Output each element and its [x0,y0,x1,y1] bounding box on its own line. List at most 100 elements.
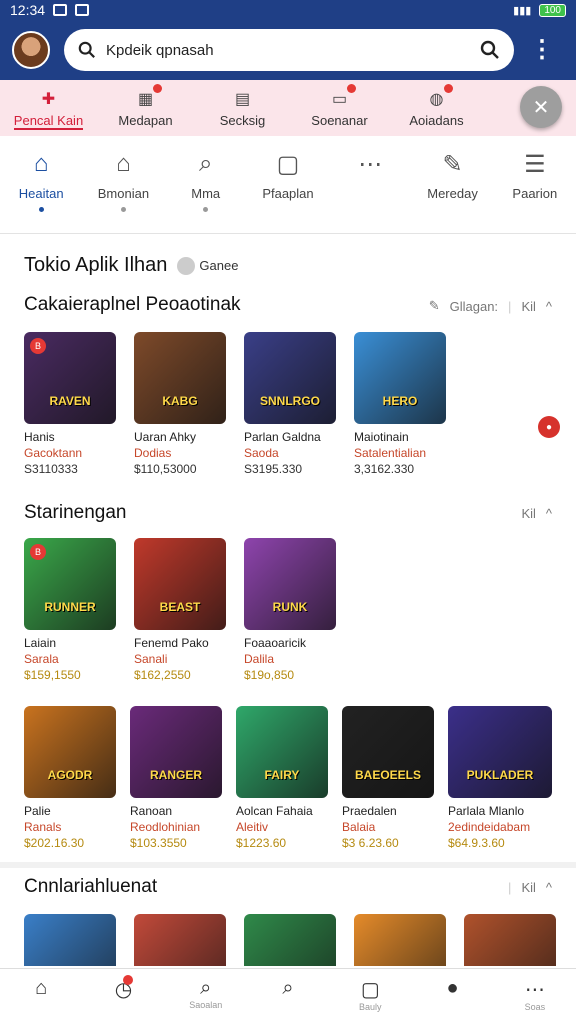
app-card[interactable]: PUKLADER Parlala Mlanlo 2edindeidabam $64.9… [448,706,552,850]
app-card[interactable] [464,914,556,966]
app-card[interactable]: B RAVEN Hanis Gacoktann S3110333 [24,332,116,476]
app-card[interactable] [24,914,116,966]
indicator-dot [38,207,44,212]
tab-calendar[interactable]: ▦ Medapan [97,80,194,136]
app-card[interactable]: BEAST Fenemd Pako Sanali $162,2550 [134,538,226,682]
app-price: $64.9.3.60 [448,836,505,850]
signal-icon: ▮▮▮ [513,4,532,17]
chevron-up-icon[interactable]: ^ [546,299,552,314]
app-card[interactable]: SNNLRGO Parlan Galdna Saoda S3195.330 [244,332,336,476]
app-name: Fenemd Pako [134,636,209,650]
app-row-new: B RUNNER Laiain Sarala $159,1550 BEAST Fenemd … [24,538,336,682]
notification-dot [153,84,162,93]
tab-puzzle[interactable]: ✚ Pencal Kain [0,80,97,136]
tab-label: Secksig [219,112,266,128]
chevron-up-icon[interactable]: ^ [546,506,552,521]
app-developer: Sarala [24,652,59,666]
subnav-label: Pfaaplan [262,186,314,201]
app-thumbnail[interactable]: B RAVEN [24,332,116,424]
main-content: Tokio Aplik Ilhan Ganee Cakaieraplnel Pe… [0,236,576,966]
app-thumbnail[interactable]: FAIRY [236,706,328,798]
bottom-nav-search[interactable]: ⌕ [247,969,329,1024]
monitor-icon: ▭ [331,90,348,108]
app-thumbnail[interactable]: SNNLRGO [244,332,336,424]
title-badge[interactable]: Ganee [177,256,239,275]
app-card[interactable]: AGODR Palie Ranals $202.16.30 [24,706,116,850]
app-thumbnail[interactable]: RUNK [244,538,336,630]
app-thumbnail[interactable]: B RUNNER [24,538,116,630]
app-card[interactable]: KABG Uaran Ahky Dodias $110,53000 [134,332,226,476]
subnav-item-home[interactable]: ⌂ Heaitan [0,138,82,233]
app-thumbnail[interactable]: BEAST [134,538,226,630]
app-card[interactable] [244,914,336,966]
bottom-nav-more[interactable]: ⋯ Soas [494,969,576,1024]
subnav-item-edit[interactable]: ✎ Mereday [411,138,493,233]
app-name: Maiotinain [354,430,409,444]
app-row-recommended [24,914,556,966]
page-title: Tokio Aplik Ilhan [24,254,168,276]
see-more-link[interactable]: Kil [521,880,535,895]
search-input[interactable]: Kpdeik qpnasah [106,42,480,59]
app-name: Uaran Ahky [134,430,197,444]
app-art-title: AGODR [47,768,93,782]
app-card[interactable]: HERO Maiotinain Satalentialian 3,3162.330 [354,332,446,476]
bottom-nav-chat[interactable]: ▢ Bauly [329,969,411,1024]
app-thumbnail[interactable] [24,914,116,966]
app-card[interactable]: FAIRY Aolcan Fahaia Aleitiv $1223.60 [236,706,328,850]
app-thumbnail[interactable]: KABG [134,332,226,424]
app-thumbnail[interactable] [354,914,446,966]
app-card[interactable] [134,914,226,966]
app-name: Laiain [24,636,57,650]
app-name: Aolcan Fahaia [236,804,313,818]
tab-globe[interactable]: ◍ Aoiadans [388,80,485,136]
app-price: $103.3550 [130,836,187,850]
app-thumbnail[interactable]: RANGER [130,706,222,798]
app-card[interactable]: RUNK Foaaoaricik Dalila $19o,850 [244,538,336,682]
app-thumbnail[interactable] [464,914,556,966]
tab-grid[interactable]: ▤ Secksig [194,80,291,136]
bottom-nav-person[interactable]: ● [411,969,493,1024]
bottom-nav-clock[interactable]: ◷ [82,969,164,1024]
app-thumbnail[interactable]: AGODR [24,706,116,798]
subnav-item-more[interactable]: ⋯ [329,138,411,233]
app-card[interactable]: RANGER Ranoan Reodlohinian $103.3550 [130,706,222,850]
app-price: $202.16.30 [24,836,85,850]
app-thumbnail[interactable] [244,914,336,966]
app-name: Hanis [24,430,55,444]
puzzle-icon: ✚ [41,90,56,108]
app-price: S3195.330 [244,462,303,476]
section-action-link[interactable]: Gllagan: [450,299,498,314]
app-card[interactable]: BAEOEELS Praedalen Balaia $3 6.23.60 [342,706,434,850]
chat-icon: ▢ [360,979,380,1001]
tab-monitor[interactable]: ▭ Soenanar [291,80,388,136]
app-art-title: PUKLADER [466,768,534,782]
top-app-bar: Kpdeik qpnasah ⋮ [0,20,576,80]
search-submit-icon[interactable] [480,40,500,60]
app-thumbnail[interactable]: BAEOEELS [342,706,434,798]
subnav-item-search[interactable]: ⌕ Mma [165,138,247,233]
app-card[interactable] [354,914,446,966]
chevron-up-icon[interactable]: ^ [546,880,552,895]
tab-label: Aoiadans [409,112,464,128]
bottom-nav-home[interactable]: ⌂ [0,969,82,1024]
subnav-item-list[interactable]: ☰ Paarion [494,138,576,233]
subnav-item-chat[interactable]: ▢ Pfaaplan [247,138,329,233]
bottom-nav-label: Soas [524,1002,546,1012]
close-icon[interactable]: ✕ [520,86,562,128]
bottom-nav-label: Bauly [359,1002,382,1012]
bottom-nav-search[interactable]: ⌕ Saoalan [165,969,247,1024]
notification-badge[interactable]: ● [538,416,560,438]
see-more-link[interactable]: Kil [521,299,535,314]
app-thumbnail[interactable]: HERO [354,332,446,424]
avatar[interactable] [12,31,50,69]
overflow-menu-icon[interactable]: ⋮ [530,38,554,62]
title-badge-label: Ganee [199,258,239,273]
edit-icon[interactable]: ✎ [429,298,440,314]
app-thumbnail[interactable]: PUKLADER [448,706,552,798]
app-thumbnail[interactable] [134,914,226,966]
app-price: $162,2550 [134,668,191,682]
search-bar[interactable]: Kpdeik qpnasah [64,29,514,71]
see-more-link[interactable]: Kil [521,506,535,521]
app-card[interactable]: B RUNNER Laiain Sarala $159,1550 [24,538,116,682]
subnav-item-house[interactable]: ⌂ Bmonian [82,138,164,233]
